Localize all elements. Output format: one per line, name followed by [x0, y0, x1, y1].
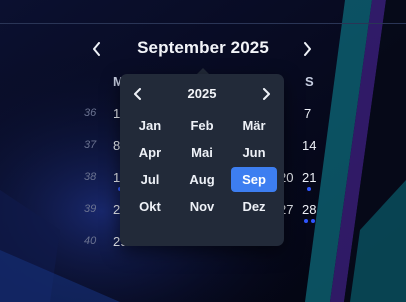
day-cell[interactable]: 21 [302, 170, 316, 185]
month-option-selected[interactable]: Sep [231, 167, 277, 192]
month-option[interactable]: Jan [127, 113, 173, 138]
week-number: 40 [84, 235, 97, 247]
month-option[interactable]: Nov [179, 194, 225, 219]
chevron-right-icon [304, 42, 311, 56]
calendar-header: September 2025 [0, 34, 406, 64]
next-year-button[interactable] [256, 84, 276, 104]
month-option[interactable]: Okt [127, 194, 173, 219]
month-option[interactable]: Apr [127, 140, 173, 165]
event-dot [311, 219, 315, 223]
day-cell[interactable]: 14 [302, 138, 316, 153]
next-month-button[interactable] [296, 38, 318, 60]
weekday-header-sunday: S [305, 74, 314, 89]
week-number: 36 [84, 107, 97, 119]
month-option[interactable]: Feb [179, 113, 225, 138]
event-dot [304, 219, 308, 223]
month-option[interactable]: Mai [179, 140, 225, 165]
month-option[interactable]: Jul [127, 167, 173, 192]
month-option[interactable]: Aug [179, 167, 225, 192]
week-number: 39 [84, 203, 97, 215]
month-picker-popup: 2025 Jan Feb Mär Apr Mai Jun Jul Aug Sep… [120, 74, 284, 246]
event-dot [307, 187, 311, 191]
month-option[interactable]: Jun [231, 140, 277, 165]
chevron-right-icon [263, 88, 270, 100]
month-option[interactable]: Mär [231, 113, 277, 138]
toolbar-divider [0, 23, 406, 24]
day-cell[interactable]: 7 [304, 106, 311, 121]
week-number: 38 [84, 171, 97, 183]
week-number: 37 [84, 139, 97, 151]
month-grid: Jan Feb Mär Apr Mai Jun Jul Aug Sep Okt … [124, 112, 280, 220]
day-cell[interactable]: 28 [302, 202, 316, 217]
month-option[interactable]: Dez [231, 194, 277, 219]
month-title[interactable]: September 2025 [0, 38, 406, 58]
